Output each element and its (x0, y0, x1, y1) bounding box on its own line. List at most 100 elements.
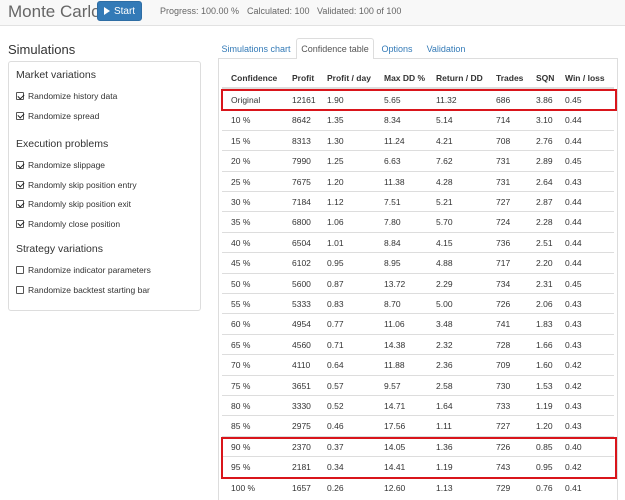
table-cell: 734 (496, 278, 511, 289)
table-cell: 7675 (292, 176, 311, 187)
table-cell: 25 % (231, 176, 251, 187)
column-header[interactable]: Profit (292, 73, 314, 83)
table-row[interactable]: 20 % 7990 1.25 6.63 7.62 731 2.89 0.45 (222, 150, 614, 170)
table-cell: 0.41 (565, 482, 582, 493)
checkbox-icon[interactable] (16, 180, 24, 189)
table-row[interactable]: 100 % 1657 0.26 12.60 1.13 729 0.76 0.41 (222, 476, 614, 497)
table-header: Confidence Profit Profit / day Max DD % Retu… (222, 67, 614, 89)
table-cell: 2370 (292, 441, 311, 452)
option-item[interactable]: Randomly skip position exit (16, 199, 131, 209)
table-row[interactable]: 30 % 7184 1.12 7.51 5.21 727 2.87 0.44 (222, 191, 614, 211)
table-row[interactable]: 25 % 7675 1.20 11.38 4.28 731 2.64 0.43 (222, 170, 614, 191)
checkbox-icon[interactable] (16, 266, 24, 274)
table-cell: 4.88 (436, 258, 453, 269)
table-cell: 7.80 (384, 217, 401, 228)
table-cell: 90 % (231, 441, 251, 452)
table-cell: 30 % (231, 197, 251, 207)
table-cell: 4110 (292, 360, 311, 371)
table-row[interactable]: 85 % 2975 0.46 17.56 1.11 727 1.20 0.43 (222, 415, 614, 435)
table-cell: 7990 (292, 156, 311, 167)
column-header[interactable]: Confidence (231, 73, 277, 83)
checkbox-icon[interactable] (16, 219, 24, 228)
table-cell: 0.95 (327, 258, 344, 269)
table-cell: 2.58 (436, 380, 453, 391)
table-row[interactable]: 15 % 8313 1.30 11.24 4.21 708 2.76 0.44 (222, 129, 614, 150)
table-cell: 2.28 (536, 217, 553, 228)
column-header[interactable]: Max DD % (384, 73, 425, 83)
table-cell: 0.40 (565, 441, 582, 452)
table-row[interactable]: 45 % 6102 0.95 8.95 4.88 717 2.20 0.44 (222, 252, 614, 272)
table-cell: 8.84 (384, 237, 401, 248)
table-cell: 0.46 (327, 421, 344, 432)
table-cell: 708 (496, 135, 511, 146)
table-cell: 0.42 (565, 462, 582, 473)
option-label: Randomize backtest starting bar (28, 284, 150, 295)
tab-options[interactable]: Options (376, 38, 418, 59)
table-row[interactable]: 60 % 4954 0.77 11.06 3.48 741 1.83 0.43 (222, 313, 614, 333)
progress-status: Progress: 100.00 % (160, 6, 240, 16)
table-cell: 0.44 (565, 115, 582, 126)
column-header[interactable]: Return / DD (436, 73, 483, 83)
checkbox-icon[interactable] (16, 92, 24, 100)
table-cell: 5333 (292, 299, 311, 309)
table-cell: 5.70 (436, 217, 453, 228)
table-cell: 2.31 (536, 278, 553, 289)
option-label: Randomize indicator parameters (28, 265, 151, 275)
table-cell: 14.41 (384, 462, 406, 473)
table-cell: 14.05 (384, 441, 406, 452)
column-header[interactable]: Profit / day (327, 73, 371, 83)
option-item[interactable]: Randomize spread (16, 111, 99, 121)
start-button[interactable]: Start (97, 1, 142, 21)
table-cell: 724 (496, 217, 511, 228)
option-label: Randomize history data (28, 91, 118, 101)
table-cell: 0.64 (327, 360, 344, 371)
option-item[interactable]: Randomly skip position entry (16, 180, 137, 190)
table-cell: 1.20 (327, 176, 344, 187)
checkbox-icon[interactable] (16, 200, 24, 208)
table-cell: 0.45 (565, 278, 582, 289)
table-row[interactable]: 95 % 2181 0.34 14.41 1.19 743 0.95 0.42 (222, 456, 614, 476)
tab-confidence-table[interactable]: Confidence table (296, 38, 374, 60)
table-row[interactable]: 75 % 3651 0.57 9.57 2.58 730 1.53 0.42 (222, 374, 614, 395)
table-cell: 9.57 (384, 380, 401, 391)
table-cell: 6504 (292, 237, 311, 248)
option-label: Randomly skip position entry (28, 179, 137, 190)
column-header[interactable]: Trades (496, 73, 523, 83)
table-cell: 11.88 (384, 360, 405, 371)
option-group-title: Execution problems (16, 138, 109, 150)
tab-simulations-chart[interactable]: Simulations chart (218, 38, 294, 59)
table-cell: 2.29 (436, 278, 453, 289)
option-item[interactable]: Randomize slippage (16, 160, 105, 170)
checkbox-icon[interactable] (16, 111, 24, 120)
table-row[interactable]: 80 % 3330 0.52 14.71 1.64 733 1.19 0.43 (222, 395, 614, 415)
table-row[interactable]: 35 % 6800 1.06 7.80 5.70 724 2.28 0.44 (222, 211, 614, 231)
table-cell: 17.56 (384, 421, 406, 432)
option-label: Randomly skip position exit (28, 199, 131, 209)
table-row[interactable]: 70 % 4110 0.64 11.88 2.36 709 1.60 0.42 (222, 354, 614, 374)
table-row[interactable]: 10 % 8642 1.35 8.34 5.14 714 3.10 0.44 (222, 109, 614, 129)
table-cell: 40 % (231, 237, 251, 248)
option-item[interactable]: Randomize history data (16, 91, 117, 101)
table-cell: 1.66 (536, 339, 553, 350)
table-cell: 2.36 (436, 360, 453, 371)
column-header[interactable]: Win / loss (565, 73, 605, 83)
column-header[interactable]: SQN (536, 73, 554, 83)
option-label: Randomize spread (28, 110, 100, 121)
table-cell: 731 (496, 176, 511, 187)
table-row[interactable]: 50 % 5600 0.87 13.72 2.29 734 2.31 0.45 (222, 272, 614, 293)
table-cell: 0.44 (565, 237, 582, 248)
option-item[interactable]: Randomize backtest starting bar (16, 285, 150, 295)
checkbox-icon[interactable] (16, 161, 24, 169)
table-row[interactable]: 90 % 2370 0.37 14.05 1.36 726 0.85 0.40 (222, 435, 614, 456)
table-row[interactable]: 40 % 6504 1.01 8.84 4.15 736 2.51 0.44 (222, 231, 614, 252)
option-item[interactable]: Randomize indicator parameters (16, 265, 151, 275)
table-row[interactable]: 65 % 4560 0.71 14.38 2.32 728 1.66 0.43 (222, 333, 614, 354)
table-cell: 726 (496, 299, 511, 309)
checkbox-icon[interactable] (16, 285, 24, 294)
table-cell: 1.53 (536, 380, 553, 391)
option-item[interactable]: Randomly close position (16, 219, 120, 229)
table-row[interactable]: Original 12161 1.90 5.65 11.32 686 3.86 0.45 (222, 89, 614, 109)
tab-validation[interactable]: Validation (420, 38, 472, 59)
table-cell: 4954 (292, 319, 311, 330)
table-row[interactable]: 55 % 5333 0.83 8.70 5.00 726 2.06 0.43 (222, 293, 614, 313)
